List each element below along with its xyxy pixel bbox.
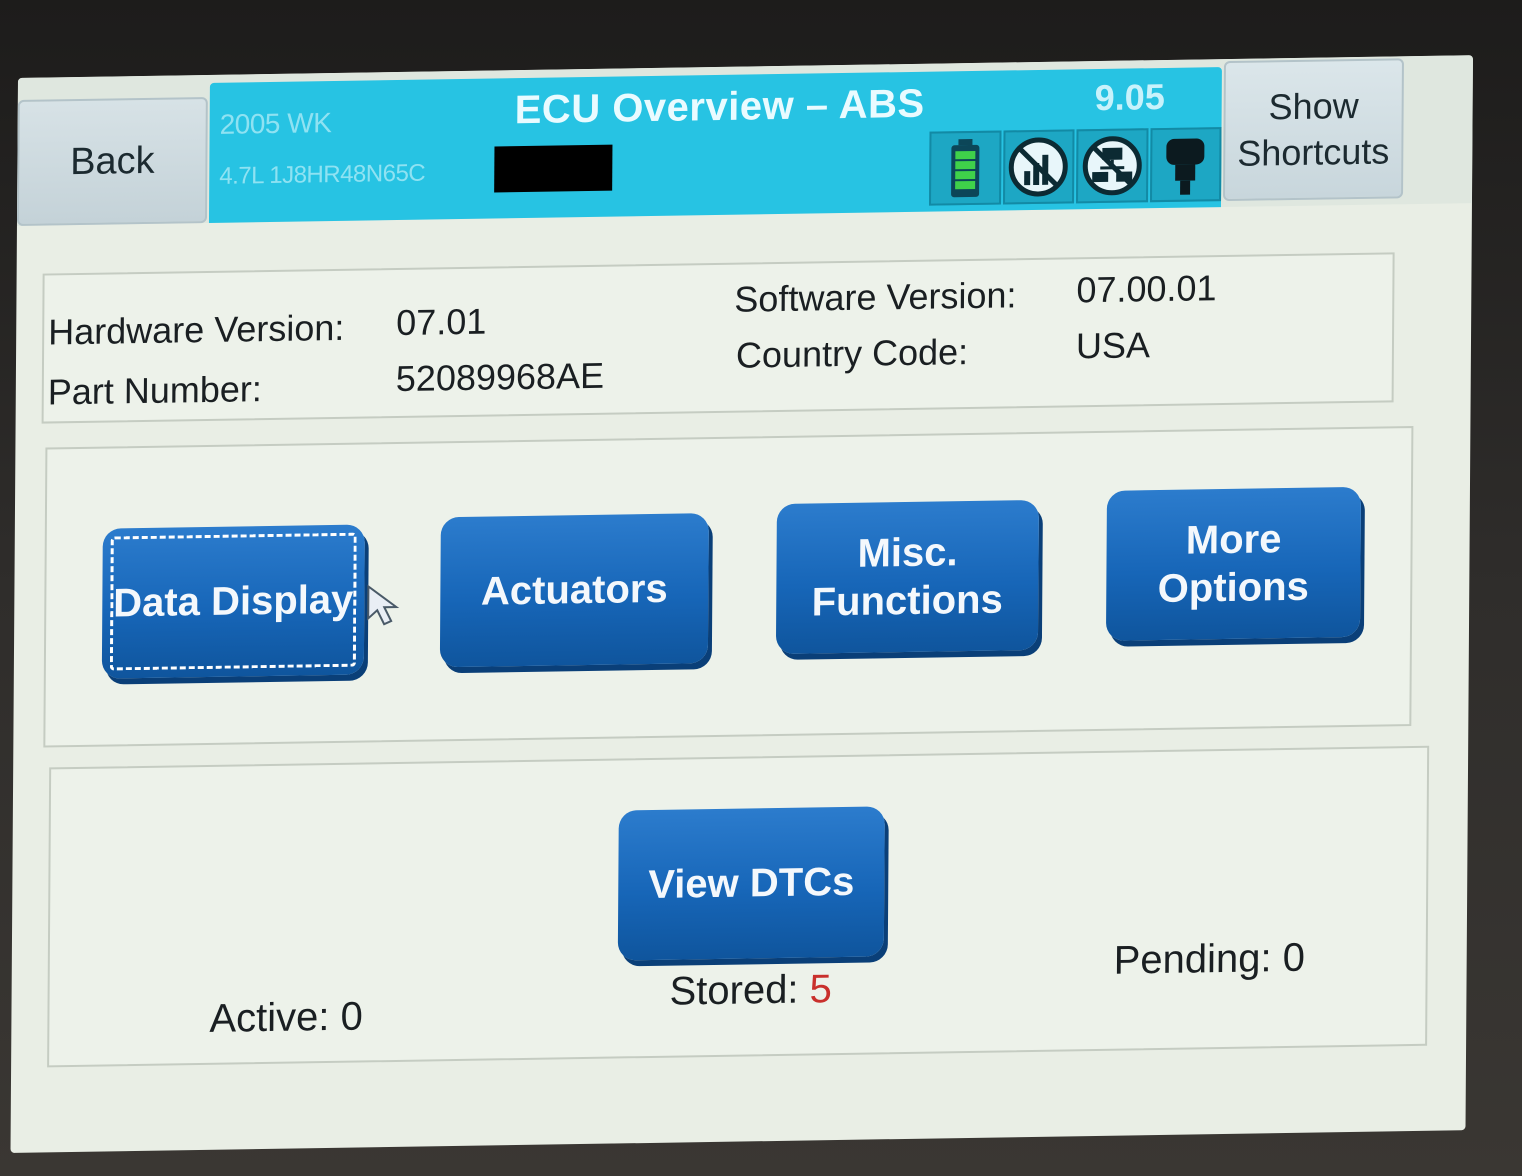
connector-icon [1149,127,1222,203]
shortcuts-label-line2: Shortcuts [1237,130,1390,174]
ecu-actions-panel: Data Display Actuators Misc. Functions M… [43,426,1414,748]
active-dtc-count: Active: 0 [209,994,363,1041]
data-display-button[interactable]: Data Display [101,524,365,679]
misc-functions-button[interactable]: Misc. Functions [775,499,1039,655]
actuators-button[interactable]: Actuators [439,513,709,668]
software-version-badge: 9.05 [1094,75,1165,119]
battery-icon [929,130,1002,206]
view-dtcs-label: View DTCs [648,859,855,908]
back-button[interactable]: Back [16,97,208,226]
shortcuts-label-line1: Show [1268,84,1359,128]
hardware-version-value: 07.01 [396,300,487,344]
part-number-value: 52089968AE [395,354,605,400]
view-dtcs-button[interactable]: View DTCs [617,806,885,961]
misc-functions-label-line2: Functions [811,577,1003,625]
no-signal-icon [1002,129,1075,205]
more-options-label-line2: Options [1157,564,1310,612]
active-value: 0 [340,994,363,1039]
stored-value: 5 [809,967,833,1012]
vehicle-model: 2005 WK [219,107,332,140]
ecu-info-panel: Hardware Version: 07.01 Part Number: 520… [41,252,1395,424]
header-bar: Back 2005 WK 4.7L 1J8HR48N65C ECU Overvi… [16,55,1473,226]
software-version-value: 07.00.01 [1076,267,1217,311]
title-band: 2005 WK 4.7L 1J8HR48N65C ECU Overview – … [208,67,1222,223]
mouse-cursor-icon [367,584,400,626]
software-version-label: Software Version: [734,274,1017,320]
pending-dtc-count: Pending: 0 [1114,936,1306,984]
more-options-button[interactable]: More Options [1105,486,1361,641]
country-code-value: USA [1075,324,1151,367]
stored-dtc-count: Stored: 5 [669,967,832,1015]
more-options-label-line1: More [1185,517,1282,563]
vehicle-vin: 4.7L 1J8HR48N65C [219,159,426,190]
vin-redaction [494,144,613,193]
focus-ring [109,532,357,671]
show-shortcuts-button[interactable]: Show Shortcuts [1223,58,1404,202]
actuators-label: Actuators [480,566,668,614]
back-button-label: Back [70,139,155,183]
stored-label: Stored: [669,967,799,1014]
active-label: Active: [209,995,330,1041]
part-number-label: Part Number: [47,368,263,413]
country-code-label: Country Code: [735,331,969,376]
pending-value: 0 [1282,935,1306,981]
status-icon-group [929,127,1222,206]
page-title: ECU Overview – ABS [514,81,925,133]
screen: Back 2005 WK 4.7L 1J8HR48N65C ECU Overvi… [10,55,1473,1153]
hardware-version-label: Hardware Version: [48,306,345,353]
pending-label: Pending: [1113,936,1272,983]
network-icon [1076,128,1149,204]
misc-functions-label-line1: Misc. [857,530,958,576]
dtc-panel: View DTCs Active: 0 Stored: 5 Pending: 0 [47,745,1430,1068]
